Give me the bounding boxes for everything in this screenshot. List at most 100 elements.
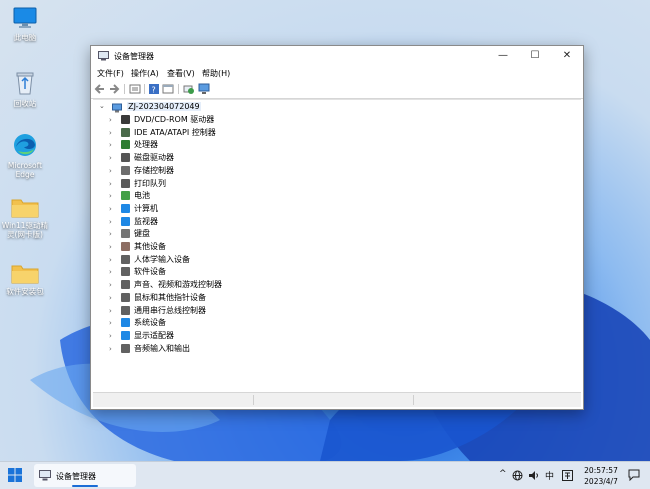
scan-hardware-icon[interactable]: [182, 83, 194, 95]
chevron-right-icon[interactable]: ›: [109, 190, 117, 202]
tree-item-label: 音频输入和输出: [134, 343, 190, 353]
tree-item-storage-controller[interactable]: › 存储控制器: [109, 165, 174, 177]
chevron-right-icon[interactable]: ›: [109, 292, 117, 304]
keyboard-icon: [121, 229, 130, 239]
chevron-right-icon[interactable]: ›: [109, 330, 117, 342]
chevron-right-icon[interactable]: ›: [109, 127, 117, 139]
tree-item-keyboard[interactable]: › 键盘: [109, 228, 150, 240]
tree-item-system-device[interactable]: › 系统设备: [109, 317, 166, 329]
forward-icon[interactable]: [108, 83, 120, 95]
speaker-icon: [121, 280, 130, 290]
help-icon[interactable]: ?: [148, 83, 160, 95]
software-device-icon: [121, 267, 130, 277]
chevron-right-icon[interactable]: ›: [109, 216, 117, 228]
disk-drive-icon: [121, 153, 130, 163]
globe-icon[interactable]: [512, 470, 523, 481]
status-bar: [93, 392, 581, 407]
speaker-icon[interactable]: [528, 470, 540, 481]
tray-overflow-chevron[interactable]: ^: [499, 469, 507, 479]
notification-icon[interactable]: [628, 469, 640, 481]
view-icon[interactable]: [162, 83, 174, 95]
tree-item-label: 打印队列: [134, 178, 166, 188]
desktop-icon-driver-folder[interactable]: Win11驱动精灵(网卡版): [0, 196, 50, 239]
clock-date: 2023/4/7: [584, 477, 618, 486]
battery-icon: [121, 191, 130, 201]
ide-controller-icon: [121, 127, 130, 137]
toolbar-separator: [178, 84, 179, 94]
tree-item-other-devices[interactable]: › 其他设备: [109, 241, 166, 253]
tree-item-printer[interactable]: › 打印队列: [109, 178, 166, 190]
tree-item-label: 人体学输入设备: [134, 254, 190, 264]
chevron-right-icon[interactable]: ›: [109, 254, 117, 266]
ime-indicator[interactable]: 中: [545, 469, 554, 482]
chevron-right-icon[interactable]: ›: [109, 279, 117, 291]
back-icon[interactable]: [94, 83, 106, 95]
tree-item-label: 监视器: [134, 216, 158, 226]
start-button[interactable]: [8, 468, 22, 482]
minimize-button[interactable]: —: [487, 46, 519, 66]
tree-item-display-adapter[interactable]: › 显示适配器: [109, 330, 174, 342]
title-bar[interactable]: 设备管理器 — ☐ ✕: [91, 46, 583, 66]
device-manager-icon: [98, 51, 109, 61]
tree-item-monitor[interactable]: › 监视器: [109, 216, 158, 228]
monitor-icon[interactable]: [198, 83, 210, 95]
tree-item-processor[interactable]: › 处理器: [109, 139, 158, 151]
chevron-right-icon[interactable]: ›: [109, 228, 117, 240]
chevron-right-icon[interactable]: ›: [109, 152, 117, 164]
chevron-right-icon[interactable]: ›: [109, 343, 117, 355]
tree-item-disk-drive[interactable]: › 磁盘驱动器: [109, 152, 174, 164]
computer-icon: [13, 7, 37, 28]
active-indicator: [72, 485, 98, 487]
tree-item-mouse[interactable]: › 鼠标和其他指针设备: [109, 292, 206, 304]
chevron-right-icon[interactable]: ›: [109, 266, 117, 278]
device-tree: ⌄ ZJ-202304072049 › DVD/CD-ROM 驱动器 › IDE AT…: [93, 99, 581, 392]
tree-root[interactable]: ⌄ ZJ-202304072049: [99, 102, 201, 114]
clock[interactable]: 20:57:57 2023/4/7: [582, 465, 620, 487]
storage-controller-icon: [121, 165, 130, 175]
tree-item-dvd-drive[interactable]: › DVD/CD-ROM 驱动器: [109, 114, 214, 126]
tree-item-audio[interactable]: › 音频输入和输出: [109, 343, 190, 355]
chevron-right-icon[interactable]: ›: [109, 203, 117, 215]
tree-item-speaker[interactable]: › 声音、视频和游戏控制器: [109, 279, 222, 291]
maximize-button[interactable]: ☐: [519, 46, 551, 66]
menu-view[interactable]: 查看(V): [167, 68, 195, 79]
chevron-down-icon[interactable]: ⌄: [99, 102, 107, 110]
tree-item-computer[interactable]: › 计算机: [109, 203, 158, 215]
window-title: 设备管理器: [114, 52, 154, 61]
tree-item-label: 其他设备: [134, 242, 166, 251]
desktop-icon-edge[interactable]: Microsoft Edge: [0, 132, 50, 179]
menu-action[interactable]: 操作(A): [131, 68, 159, 79]
chevron-right-icon[interactable]: ›: [109, 317, 117, 329]
edge-icon: [14, 134, 36, 156]
chevron-right-icon[interactable]: ›: [109, 241, 117, 253]
chevron-right-icon[interactable]: ›: [109, 114, 117, 126]
computer-icon: [111, 103, 122, 113]
tree-item-hid[interactable]: › 人体学输入设备: [109, 254, 190, 266]
desktop-icon-this-pc[interactable]: 此电脑: [0, 6, 50, 42]
properties-icon[interactable]: [129, 83, 141, 95]
close-button[interactable]: ✕: [551, 46, 583, 66]
desktop-icon-recycle-bin[interactable]: 回收站: [0, 70, 50, 108]
taskbar-app-label: 设备管理器: [56, 472, 96, 481]
processor-icon: [121, 140, 130, 150]
menu-file[interactable]: 文件(F): [97, 68, 124, 79]
menu-help[interactable]: 帮助(H): [202, 68, 230, 79]
tree-item-label: 处理器: [134, 140, 158, 150]
chevron-right-icon[interactable]: ›: [109, 139, 117, 151]
tree-item-battery[interactable]: › 电池: [109, 190, 150, 202]
display-adapter-icon: [121, 330, 130, 340]
menu-bar: 文件(F) 操作(A) 查看(V) 帮助(H): [91, 66, 583, 80]
tree-item-usb[interactable]: › 通用串行总线控制器: [109, 305, 206, 317]
desktop-icon-software-folder[interactable]: 软件安装包: [0, 262, 50, 296]
chevron-right-icon[interactable]: ›: [109, 178, 117, 190]
toolbar-separator: [124, 84, 125, 94]
chevron-right-icon[interactable]: ›: [109, 165, 117, 177]
ime-mode-icon[interactable]: [562, 470, 573, 481]
audio-icon: [121, 343, 130, 353]
tree-item-software-device[interactable]: › 软件设备: [109, 266, 166, 278]
chevron-right-icon[interactable]: ›: [109, 305, 117, 317]
other-devices-icon: [121, 242, 130, 251]
printer-icon: [121, 178, 130, 188]
tree-item-ide-controller[interactable]: › IDE ATA/ATAPI 控制器: [109, 127, 216, 139]
taskbar-app-device-manager[interactable]: 设备管理器: [34, 464, 136, 487]
